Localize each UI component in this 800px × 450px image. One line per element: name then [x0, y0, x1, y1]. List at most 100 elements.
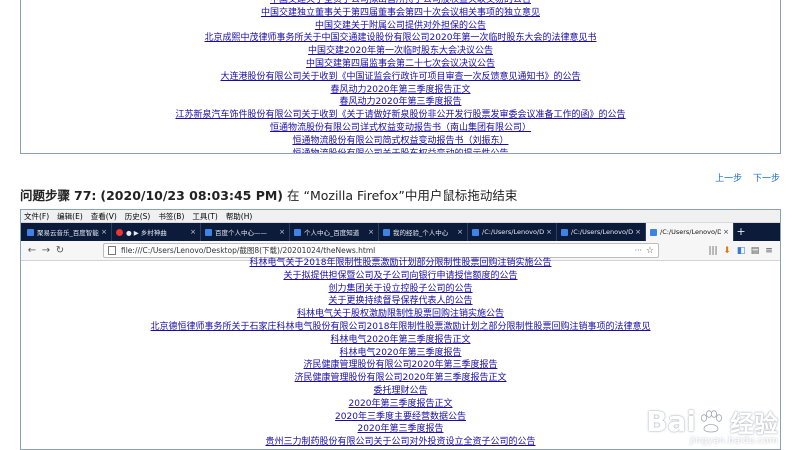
- bookmark-star-icon[interactable]: ☆: [646, 246, 654, 256]
- announcement-link[interactable]: 春风动力2020年第三季度报告正文: [331, 85, 471, 95]
- announcement-link[interactable]: 科林电气关于股权激励限制性股票回购注销实施公告: [297, 309, 504, 319]
- close-tab-icon[interactable]: ×: [635, 228, 641, 236]
- page-icon: [294, 228, 301, 236]
- page-icon: [27, 228, 34, 236]
- forward-arrow-icon[interactable]: →: [39, 245, 53, 256]
- browser-tab[interactable]: 聚易云音乐_百度智能 ×: [23, 223, 112, 241]
- announcement-link[interactable]: 2020年第三季度报告: [358, 424, 444, 434]
- list-item: 中国交建第四届监事会第二十七次会议决议公告: [21, 58, 780, 71]
- step-time: (2020/10/23 08:03:45 PM): [100, 188, 284, 203]
- announcement-link[interactable]: 济民健康管理股份有限公司2020年第三季度报告: [304, 360, 498, 370]
- browser-tab[interactable]: /C:/Users/Lenovo/Des×: [468, 223, 557, 241]
- menu-item[interactable]: 历史(S): [125, 211, 151, 222]
- announcement-link[interactable]: 中国交建关于附属公司提供对外担保的公告: [315, 21, 486, 31]
- announcement-link[interactable]: 北京成熙中茂律师事务所关于中国交通建设股份有限公司2020年第一次临时股东大会的…: [205, 33, 597, 43]
- announcement-link[interactable]: 江苏新泉汽车饰件股份有限公司关于收到《关于请做好新泉股份非公开发行股票发审委会议…: [175, 110, 625, 120]
- list-item: 创力集团关于设立控股子公司的公告: [21, 283, 780, 296]
- announcement-link[interactable]: 中国交建第四届监事会第二十七次会议决议公告: [306, 59, 495, 69]
- watermark-brand-cn: 经验: [730, 410, 778, 438]
- browser-tab[interactable]: /C:/Users/Lenovo/Des×: [646, 223, 734, 241]
- close-tab-icon[interactable]: ×: [368, 228, 374, 236]
- close-tab-icon[interactable]: ×: [546, 228, 552, 236]
- announcement-link[interactable]: 中国交建2020年第一次临时股东大会决议公告: [308, 46, 493, 56]
- back-arrow-icon[interactable]: ←: [25, 245, 39, 256]
- menu-hamburger-icon[interactable]: ≡: [762, 246, 776, 256]
- address-bar[interactable]: file:///C:/Users/Lenovo/Desktop/截图8(下载)/…: [103, 243, 659, 258]
- announcement-link[interactable]: 济民健康管理股份有限公司2020年第三季度报告正文: [295, 373, 507, 383]
- menu-item[interactable]: 查看(V): [91, 211, 117, 222]
- new-tab-icon[interactable]: +: [734, 223, 748, 241]
- step-pager: 上一步 下一步: [707, 171, 780, 184]
- announcement-link[interactable]: 中国交建关于全资子公司拟出售所持子公司股权暨关联交易的公告: [270, 0, 531, 5]
- list-item: 科林电气关于股权激励限制性股票回购注销实施公告: [21, 308, 780, 321]
- next-step-link[interactable]: 下一步: [753, 174, 780, 184]
- baidu-paw-icon: [701, 409, 722, 432]
- announcement-link[interactable]: 2020年第三季度报告正文: [349, 399, 453, 409]
- menu-item[interactable]: 工具(T): [192, 211, 217, 222]
- announcement-link[interactable]: 科林电气2020年第三季度报告正文: [331, 335, 471, 345]
- menu-item[interactable]: 编辑(E): [57, 211, 83, 222]
- menu-item[interactable]: 帮助(H): [226, 211, 253, 222]
- close-tab-icon[interactable]: ×: [279, 228, 285, 236]
- youtube-icon: [116, 228, 123, 236]
- announcement-link[interactable]: 恒通物流股份有限公司简式权益变动报告书（刘振东）: [292, 136, 508, 146]
- announcement-link[interactable]: 春风动力2020年第三季度报告: [340, 97, 462, 107]
- tab-title: ● ▶ 乡村神曲: [126, 229, 167, 237]
- tab-title: /C:/Users/Lenovo/Des: [482, 228, 545, 236]
- announcement-link[interactable]: 委托理财公告: [373, 386, 427, 396]
- menu-item[interactable]: 书签(B): [158, 211, 184, 222]
- baidu-jingyan-watermark: Bai 经验 jingyan.baidu.com: [646, 404, 778, 446]
- upper-link-list: 中国交建关于全资子公司拟出售所持子公司股权暨关联交易的公告中国交建独立董事关于第…: [21, 0, 780, 153]
- watermark-site: jingyan.baidu.com: [689, 436, 778, 446]
- close-tab-icon[interactable]: ×: [101, 228, 107, 236]
- announcement-link[interactable]: 恒通物流股份有限公司关于股东权益变动的提示性公告: [292, 149, 508, 153]
- announcement-link[interactable]: 大连港股份有限公司关于收到《中国证监会行政许可项目审查一次反馈意见通知书》的公告: [220, 72, 580, 82]
- list-item: 春风动力2020年第三季度报告正文: [21, 84, 780, 97]
- list-item: 委托理财公告: [21, 385, 780, 398]
- browser-tab[interactable]: 我的经验_个人中心 ×: [379, 223, 468, 241]
- announcement-link[interactable]: 2020年三季度主要经营数据公告: [335, 412, 466, 422]
- list-item: 中国交建关于全资子公司拟出售所持子公司股权暨关联交易的公告: [21, 0, 780, 7]
- extension-icon[interactable]: ◧: [734, 246, 748, 256]
- announcement-link[interactable]: 关于更换持续督导保荐代表人的公告: [328, 296, 472, 306]
- list-item: 中国交建2020年第一次临时股东大会决议公告: [21, 45, 780, 58]
- page-icon: [108, 246, 116, 255]
- sidebar-icon[interactable]: ▤: [748, 246, 762, 256]
- list-item: 北京德恒律师事务所关于石家庄科林电气股份有限公司2018年限制性股票激励计划之部…: [21, 321, 780, 334]
- download-icon[interactable]: ⬇: [720, 246, 734, 256]
- close-tab-icon[interactable]: ×: [457, 228, 463, 236]
- browser-tab[interactable]: 个人中心_百度知道 ×: [290, 223, 379, 241]
- tab-title: 个人中心_百度知道: [304, 229, 360, 237]
- close-tab-icon[interactable]: ×: [190, 228, 196, 236]
- browser-tab[interactable]: ● ▶ 乡村神曲 ×: [112, 223, 201, 241]
- page-icon: [650, 228, 657, 236]
- announcement-link[interactable]: 关于拟提供担保暨公司及子公司向银行申请授信额度的公告: [283, 271, 517, 281]
- tab-title: /C:/Users/Lenovo/Des: [660, 228, 721, 236]
- announcement-link[interactable]: 恒通物流股份有限公司详式权益变动报告书（南山集团有限公司）: [270, 123, 531, 133]
- library-icon[interactable]: |||: [706, 246, 720, 256]
- toolbar-icons: ||| ⬇ ◧ ▤ ≡: [706, 246, 776, 256]
- tab-strip: 聚易云音乐_百度智能 × ● ▶ 乡村神曲 × 百度个人中心—— × 个人中心_百度知道 × 我…: [21, 223, 780, 241]
- announcement-link[interactable]: 贵州三力制药股份有限公司关于公司对外投资设立全资子公司的公告: [265, 437, 535, 447]
- close-tab-icon[interactable]: ×: [723, 228, 729, 236]
- prev-step-link[interactable]: 上一步: [715, 174, 742, 184]
- page-icon: [205, 228, 212, 236]
- announcement-link[interactable]: 创力集团关于设立控股子公司的公告: [328, 284, 472, 294]
- browser-tab[interactable]: 百度个人中心—— ×: [201, 223, 290, 241]
- announcement-link[interactable]: 中国交建独立董事关于第四届董事会第四十次会议相关事项的独立意见: [261, 8, 540, 18]
- step-number: 77:: [74, 188, 97, 203]
- page-actions-icon[interactable]: ···: [635, 246, 642, 255]
- menu-item[interactable]: 文件(F): [24, 211, 49, 222]
- announcement-link[interactable]: 科林电气2020年第三季度报告: [340, 348, 462, 358]
- announcement-link[interactable]: 北京德恒律师事务所关于石家庄科林电气股份有限公司2018年限制性股票激励计划之部…: [151, 322, 651, 332]
- page-icon: [383, 228, 390, 236]
- list-item: 科林电气2020年第三季度报告: [21, 347, 780, 360]
- watermark-brand: Bai: [646, 405, 696, 438]
- reload-icon[interactable]: ↻: [53, 245, 67, 256]
- list-item: 关于更换持续督导保荐代表人的公告: [21, 295, 780, 308]
- address-url[interactable]: file:///C:/Users/Lenovo/Desktop/截图8(下载)/…: [121, 245, 631, 256]
- tab-title: 聚易云音乐_百度智能: [37, 229, 99, 237]
- announcement-link[interactable]: 科林电气关于2018年限制性股票激励计划部分限制性股票回购注销实施公告: [250, 258, 552, 268]
- browser-tab[interactable]: /C:/Users/Lenovo/Des×: [557, 223, 646, 241]
- tab-title: 百度个人中心——: [215, 229, 267, 237]
